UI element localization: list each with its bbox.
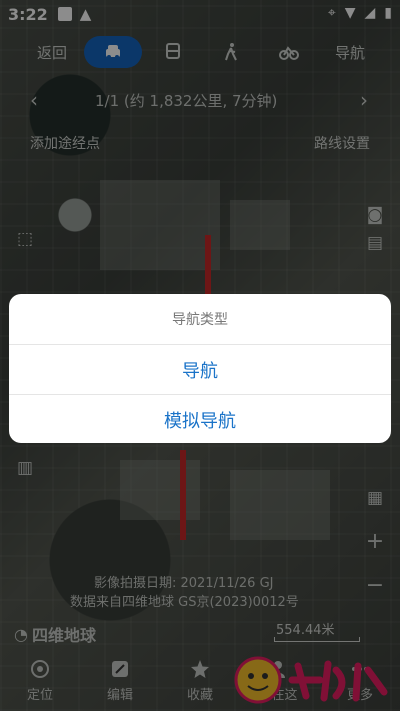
simulate-navigation-button[interactable]: 模拟导航 (9, 395, 391, 443)
dialog-title: 导航类型 (9, 294, 391, 345)
navigate-option-button[interactable]: 导航 (9, 345, 391, 395)
nav-type-dialog: 导航类型 导航 模拟导航 (9, 294, 391, 443)
